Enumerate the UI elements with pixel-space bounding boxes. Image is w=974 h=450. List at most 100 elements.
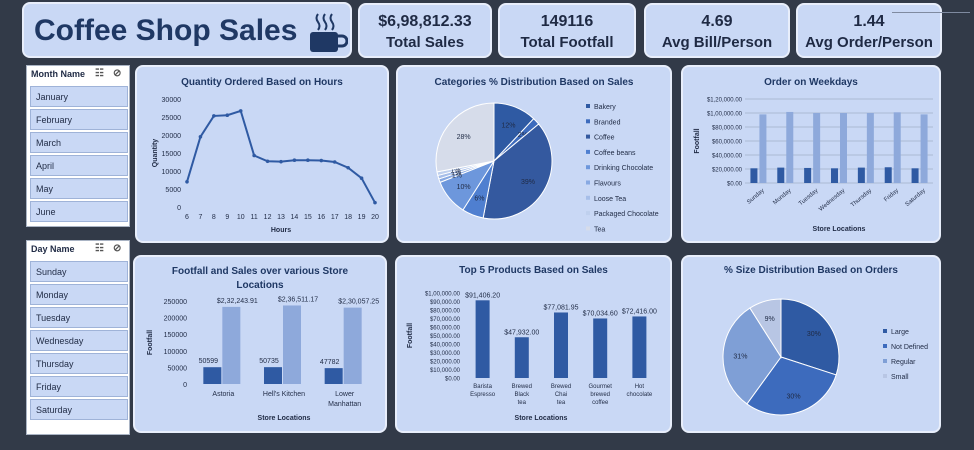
bar [866,113,874,183]
data-label: $2,36,511.17 [278,296,318,303]
y-tick-label: $40,000.00 [712,154,743,160]
data-point [332,160,337,164]
kpi-total-footfall: 149116 Total Footfall [498,3,636,58]
bar [840,113,847,183]
size-pie-chart: 30% 30% 31% 9% Large Not Defined Regular Small [722,298,928,416]
day-item-wednesday[interactable]: Wednesday [30,330,128,351]
slice-label: 12% [502,122,516,129]
x-tick-label: Monday [772,188,792,206]
y-tick-label: 25000 [162,115,182,122]
y-tick-label: $1,00,000.00 [425,292,461,298]
x-tick-label: 13 [277,214,285,221]
bar [831,168,838,183]
x-axis-label: Hours [271,227,291,234]
data-label: $47,932.00 [504,329,539,336]
bar [264,367,282,384]
x-tick-label: chocolate [627,392,653,398]
x-tick-label: 18 [344,214,352,221]
weekdays-bar-chart: $0.00 $20,000.00 $40,000.00 $60,000.00 $80,0… [694,98,933,233]
kpi-value: 149116 [540,13,594,30]
day-item-tuesday[interactable]: Tuesday [30,307,128,328]
month-item-may[interactable]: May [30,178,128,199]
slice-label: 30% [807,331,821,338]
y-tick-label: $60,000.00 [712,140,743,146]
day-slicer-title: Day Name [31,244,75,254]
data-label: $77,081.95 [543,304,578,311]
legend-swatch [586,165,590,170]
kpi-label: Total Sales [385,34,465,51]
legend-label: Bakery [594,104,616,111]
y-axis-label: Quantity [152,139,159,167]
clear-filter-icon[interactable]: ⊘ [113,243,121,254]
x-tick-label: 17 [331,214,339,221]
x-tick-label: Saturday [905,188,927,208]
month-item-february[interactable]: February [30,109,128,130]
y-tick-label: $0.00 [445,377,461,383]
bar [813,113,821,183]
legend-swatch [883,329,887,333]
x-tick-label: 15 [304,214,312,221]
legend-swatch [883,344,887,348]
slice-label: 6% [474,196,484,203]
data-label: $72,416.00 [622,308,657,315]
data-label: $2,30,057.25 [338,299,379,306]
x-tick-label: 12 [264,214,272,221]
bar [750,168,758,183]
kpi-label: Total Footfall [520,34,614,51]
x-tick-label: Thursday [850,188,873,209]
data-label: 50735 [259,358,279,365]
x-tick-label: 10 [237,214,245,221]
month-slicer-title: Month Name [31,69,85,79]
data-point [252,153,256,158]
weekdays-chart-panel: Order on Weekdays $0.00 $20,000.00 $40,000… [681,65,941,243]
x-tick-label: 6 [185,214,189,221]
data-point [185,180,189,184]
y-tick-label: $30,000.00 [430,351,461,357]
kpi-label: Avg Order/Person [805,34,933,51]
data-line [186,109,376,204]
kpi-value: 4.69 [701,13,733,30]
day-slicer: Day Name ☷ ⊘ Sunday Monday Tuesday Wedne… [26,240,130,435]
y-tick-label: 100000 [164,349,187,356]
bar [514,337,529,378]
day-item-friday[interactable]: Friday [30,376,128,397]
day-item-thursday[interactable]: Thursday [30,353,128,374]
y-tick-label: 30000 [162,97,182,104]
x-tick-label: 11 [251,214,258,221]
kpi-label: Avg Bill/Person [661,34,773,51]
hours-chart-panel: Quantity Ordered Based on Hours 0 5000 100… [135,65,389,243]
bar [911,168,919,183]
x-tick-label: 16 [317,214,325,221]
legend-swatch [586,180,590,185]
x-tick-label: Tuesday [798,188,819,207]
bar [893,112,901,183]
x-tick-label: Manhattan [328,401,361,408]
kpi-value: $6,98,812.33 [378,13,472,30]
x-tick-label: Brewed [512,384,532,390]
multi-select-icon[interactable]: ☷ [95,243,104,254]
store-bar-chart: 0 50000 100000 150000 200000 250000 50599 $2,32… [147,296,379,422]
products-bar-chart: $0.00 $10,000.00 $20,000.00 $30,000.00 $40,0… [407,292,657,423]
legend-swatch [586,211,590,216]
day-slicer-header: Day Name ☷ ⊘ [27,241,129,259]
day-item-saturday[interactable]: Saturday [30,399,128,420]
y-tick-label: 15000 [162,151,182,158]
day-item-sunday[interactable]: Sunday [30,261,128,282]
month-item-june[interactable]: June [30,201,128,222]
clear-filter-icon[interactable]: ⊘ [113,68,121,79]
legend-label: Packaged Chocolate [594,211,659,218]
x-tick-label: 14 [291,214,299,221]
data-point [373,200,377,205]
divider-line [892,12,970,13]
y-tick-label: $80,000.00 [712,126,743,132]
day-item-monday[interactable]: Monday [30,284,128,305]
legend-swatch [883,359,887,363]
data-label: $91,406.20 [465,292,500,299]
month-item-april[interactable]: April [30,155,128,176]
x-tick-label: 20 [371,214,379,221]
month-item-january[interactable]: January [30,86,128,107]
multi-select-icon[interactable]: ☷ [95,68,104,79]
x-tick-label: Lower [335,391,355,398]
slice-label: 39% [521,179,535,186]
month-item-march[interactable]: March [30,132,128,153]
